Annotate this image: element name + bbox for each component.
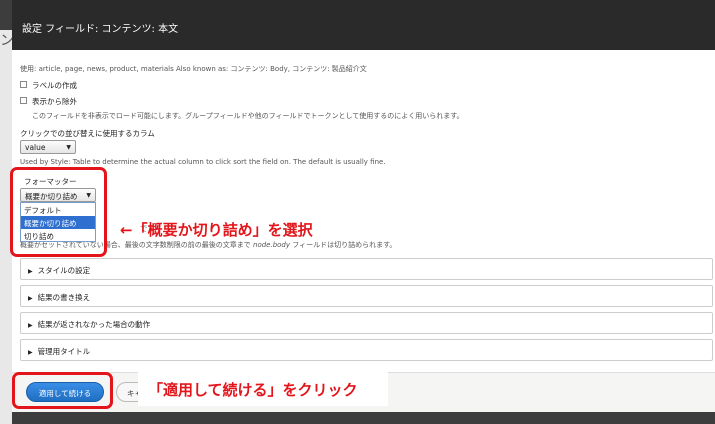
- usage-text: 使用: article, page, news, product, materi…: [20, 65, 367, 73]
- click-sort-label: クリックでの並び替えに使用するカラム: [20, 129, 155, 138]
- used-by-style-text: Used by Style: Table to determine the ac…: [20, 158, 386, 166]
- create-label-checkbox[interactable]: [20, 81, 27, 88]
- apply-annotation: 「適用して続ける」をクリック: [148, 381, 358, 399]
- triangle-right-icon: ▶: [28, 268, 33, 275]
- create-label-text: ラベルの作成: [32, 81, 77, 90]
- field-settings-dialog: 設定 フィールド: コンテンツ: 本文 使用: article, page, n…: [12, 0, 715, 412]
- triangle-right-icon: ▶: [28, 322, 33, 329]
- section-rewrite-results[interactable]: ▶ 結果の書き換え: [20, 285, 713, 307]
- section-style-settings[interactable]: ▶ スタイルの設定: [20, 258, 713, 280]
- triangle-right-icon: ▶: [28, 295, 33, 302]
- formatter-highlight-box: [10, 167, 107, 257]
- chevron-down-icon: ▼: [66, 144, 71, 151]
- section-admin-title[interactable]: ▶ 管理用タイトル: [20, 339, 713, 361]
- exclude-checkbox[interactable]: [20, 97, 27, 104]
- apply-highlight-box: [12, 372, 113, 409]
- dialog-body: 使用: article, page, news, product, materi…: [12, 50, 715, 372]
- triangle-right-icon: ▶: [28, 349, 33, 356]
- click-sort-select[interactable]: value ▼: [20, 140, 76, 154]
- click-sort-value: value: [25, 143, 46, 152]
- select-annotation: ←「概要か切り詰め」を選択: [120, 221, 313, 239]
- exclude-description: このフィールドを非表示でロード可能にします。グループフィールドや他のフィールドで…: [32, 112, 464, 120]
- exclude-text: 表示から除外: [32, 97, 77, 106]
- section-no-results[interactable]: ▶ 結果が返されなかった場合の動作: [20, 312, 713, 334]
- dialog-title: 設定 フィールド: コンテンツ: 本文: [22, 24, 179, 35]
- dialog-titlebar: 設定 フィールド: コンテンツ: 本文: [12, 0, 715, 50]
